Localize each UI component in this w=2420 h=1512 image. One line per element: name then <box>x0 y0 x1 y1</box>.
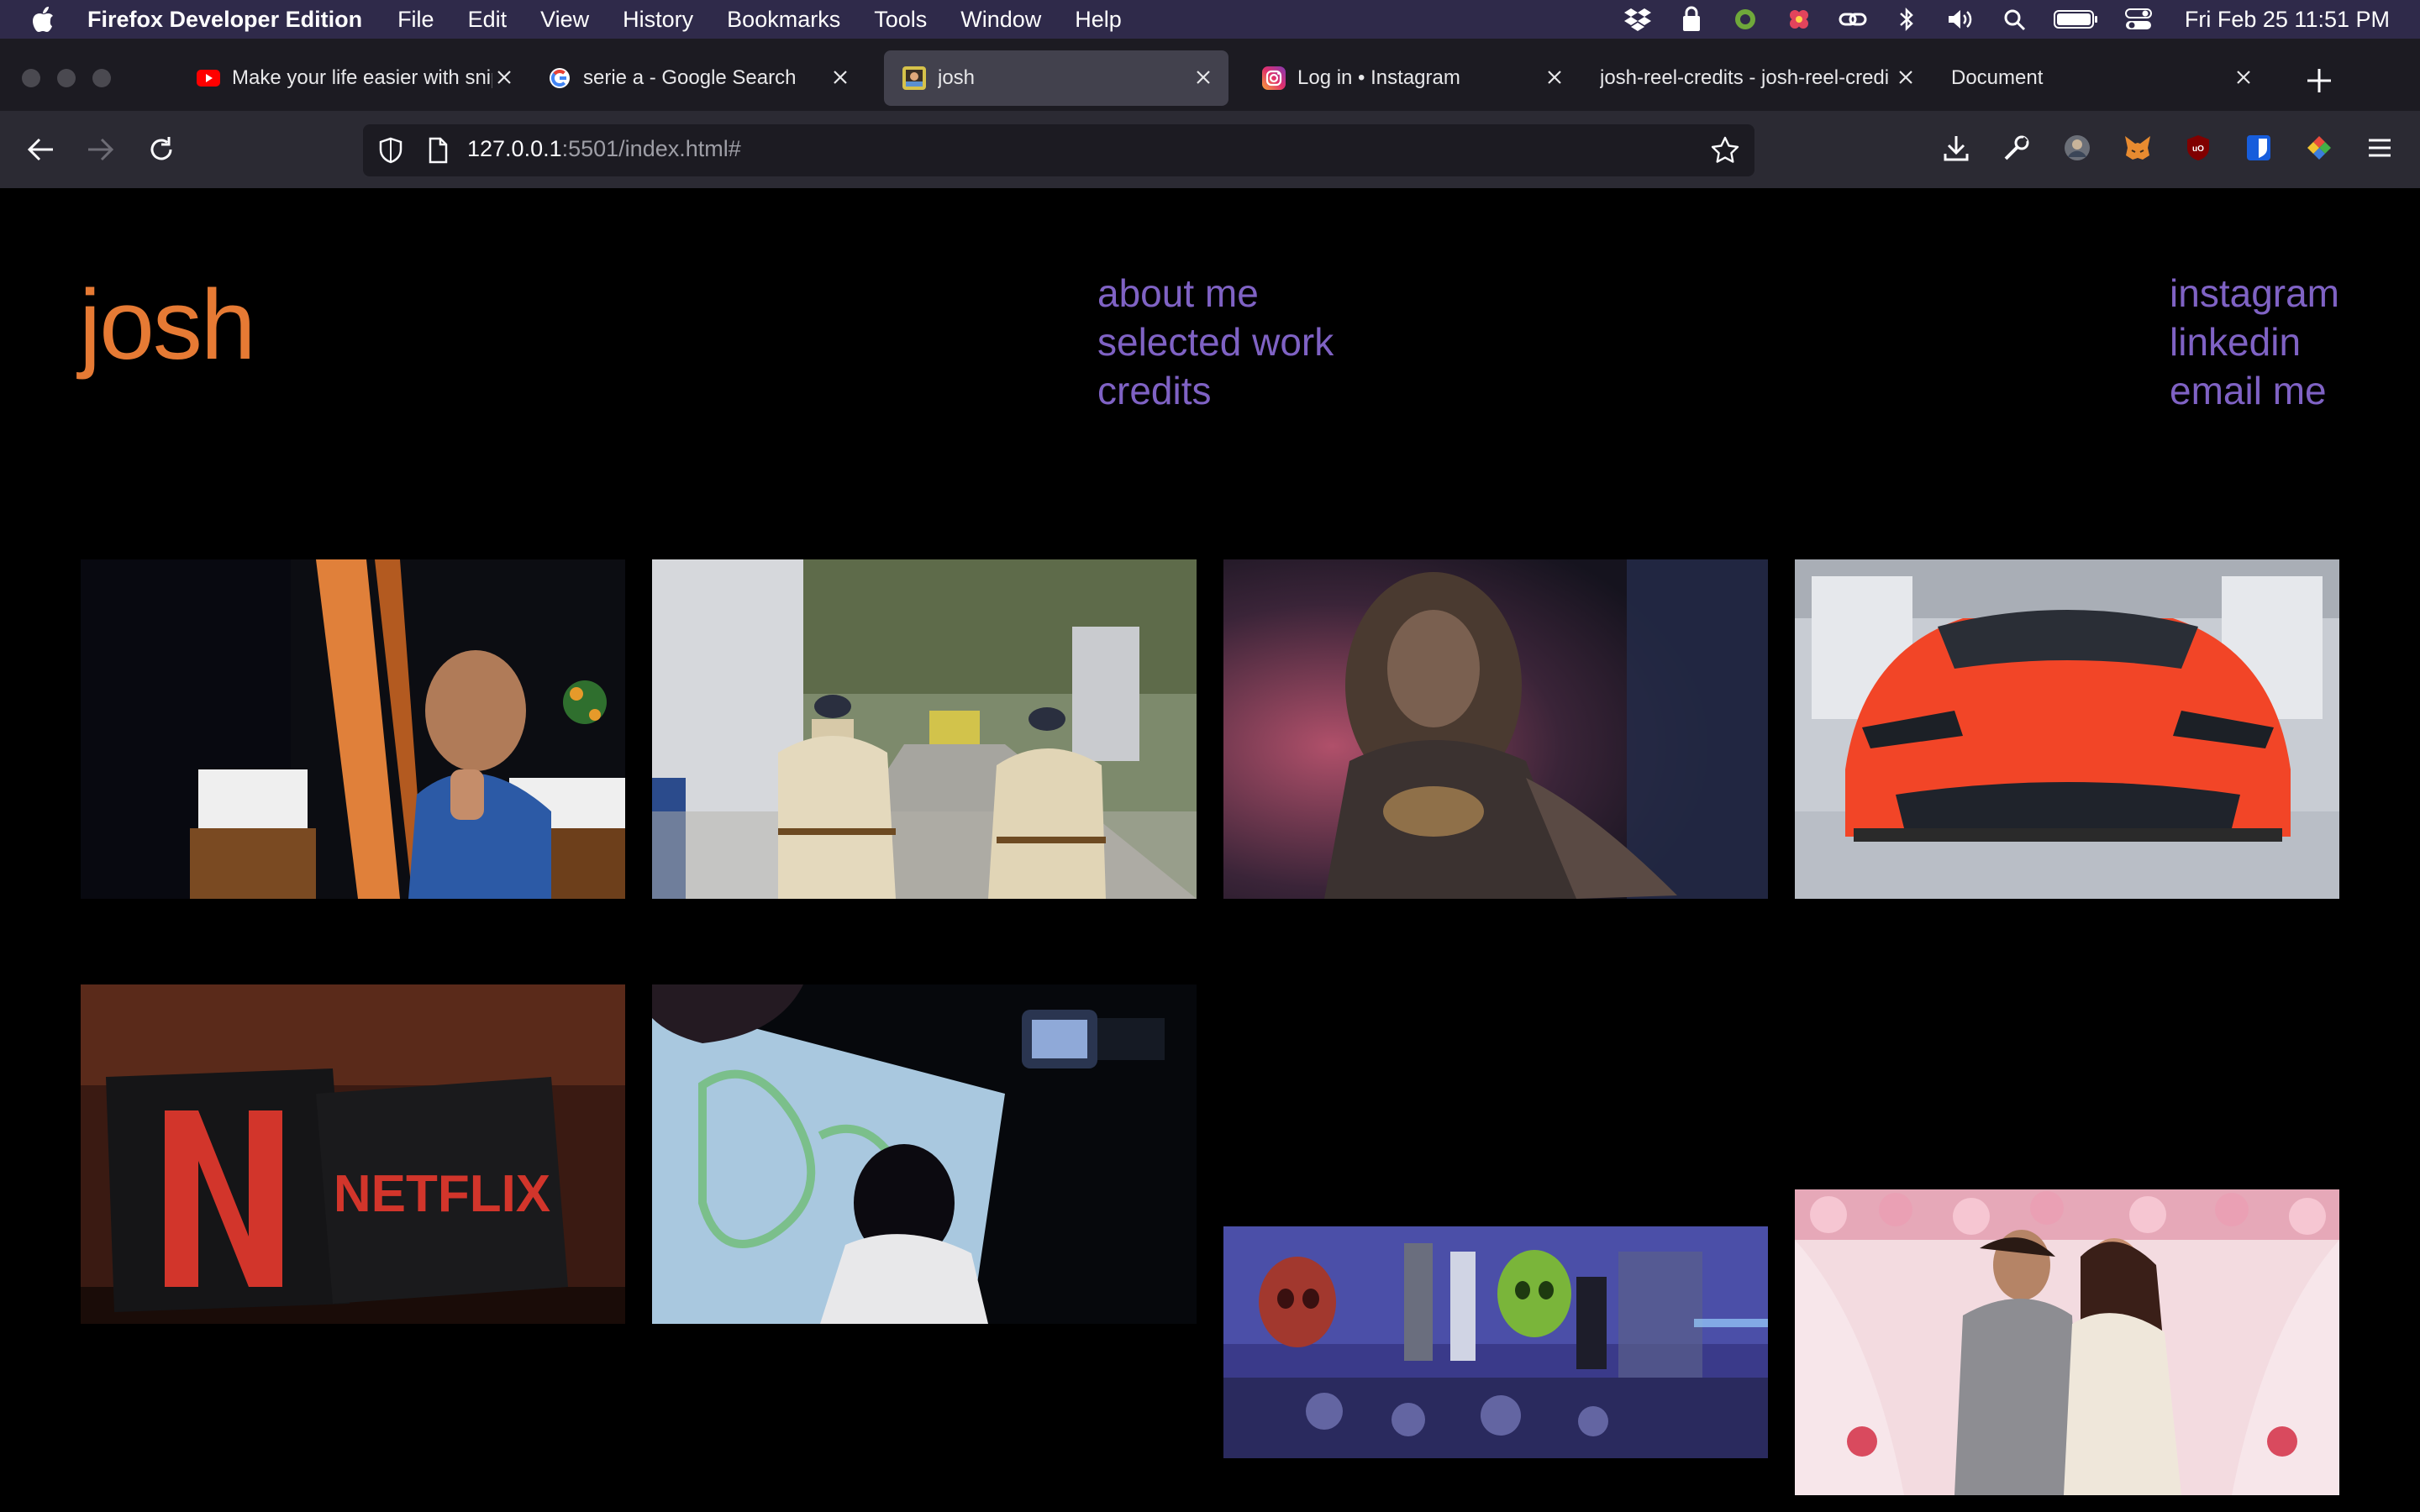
url-text[interactable]: 127.0.0.1:5501/index.html# <box>467 136 741 162</box>
page-viewport: josh about me selected work credits inst… <box>0 188 2420 1512</box>
bookmark-star-icon[interactable] <box>1709 134 1741 166</box>
address-bar[interactable]: 127.0.0.1:5501/index.html# <box>363 124 1754 176</box>
menu-view[interactable]: View <box>540 7 589 33</box>
menu-tools[interactable]: Tools <box>874 7 927 33</box>
tab-josh[interactable]: josh <box>884 50 1228 106</box>
metamask-fox-icon[interactable] <box>2121 131 2154 165</box>
hamburger-menu-icon[interactable] <box>2363 131 2396 165</box>
tab-youtube[interactable]: Make your life easier with snippets <box>178 50 514 106</box>
site-navigation: about me selected work credits <box>1097 269 1334 415</box>
menu-file[interactable]: File <box>397 7 434 33</box>
nav-about-me-link[interactable]: about me <box>1097 269 1334 318</box>
tab-title: josh <box>938 66 976 89</box>
thumb-skull-bottles[interactable] <box>1223 1226 1768 1458</box>
zoom-window-button[interactable] <box>92 69 111 87</box>
search-icon[interactable] <box>2000 5 2028 34</box>
close-tab-icon[interactable] <box>1193 67 1213 87</box>
tab-instagram[interactable]: Log in • Instagram <box>1244 50 1580 106</box>
url-path: :5501/index.html# <box>561 136 741 161</box>
tab-google[interactable]: serie a - Google Search <box>529 50 865 106</box>
tab-document[interactable]: Document <box>1933 50 2269 106</box>
new-tab-plus-icon[interactable] <box>2302 64 2336 97</box>
email-me-link[interactable]: email me <box>2170 366 2327 415</box>
lock-icon[interactable] <box>1677 5 1706 34</box>
thumb-projection-art[interactable] <box>652 984 1197 1324</box>
menu-edit[interactable]: Edit <box>468 7 508 33</box>
tab-title: Log in • Instagram <box>1297 66 1460 89</box>
thumb-orange-sports-car[interactable] <box>1795 559 2339 899</box>
link-icon[interactable] <box>1839 5 1867 34</box>
thumb-netflix-pillows[interactable]: NETFLIX <box>81 984 625 1324</box>
thumb-police-street[interactable] <box>652 559 1197 899</box>
battery-icon[interactable] <box>2053 5 2099 34</box>
bluetooth-icon[interactable] <box>1892 5 1921 34</box>
back-arrow-icon[interactable] <box>24 133 57 166</box>
close-tab-icon[interactable] <box>1896 67 1916 87</box>
close-tab-icon[interactable] <box>2233 67 2254 87</box>
svg-text:uO: uO <box>2192 144 2204 154</box>
google-icon <box>548 66 571 90</box>
thumb-man-thumbs-up[interactable] <box>81 559 625 899</box>
download-icon[interactable] <box>1939 131 1973 165</box>
menu-bar: Firefox Developer Edition File Edit View… <box>0 0 2420 39</box>
control-center-icon[interactable] <box>2124 5 2153 34</box>
menubar-clock[interactable]: Fri Feb 25 11:51 PM <box>2185 7 2390 33</box>
shield-icon[interactable] <box>376 136 405 165</box>
close-tab-icon[interactable] <box>1544 67 1565 87</box>
tab-title: Document <box>1951 66 2044 89</box>
wrench-icon[interactable] <box>2000 131 2033 165</box>
ublock-origin-icon[interactable]: uO <box>2181 131 2215 165</box>
bitwarden-icon[interactable] <box>2242 131 2275 165</box>
nav-selected-work-link[interactable]: selected work <box>1097 318 1334 366</box>
page-icon[interactable] <box>424 136 452 165</box>
status-area: Fri Feb 25 11:51 PM <box>1623 0 2390 39</box>
instagram-link[interactable]: instagram <box>2170 269 2339 318</box>
menu-help[interactable]: Help <box>1075 7 1122 33</box>
menu-bookmarks[interactable]: Bookmarks <box>727 7 840 33</box>
reload-icon[interactable] <box>145 133 178 166</box>
minimize-window-button[interactable] <box>57 69 76 87</box>
menu-window[interactable]: Window <box>960 7 1041 33</box>
social-links: instagram linkedin email me <box>2170 269 2339 415</box>
url-host: 127.0.0.1 <box>467 136 562 161</box>
dropbox-icon[interactable] <box>1623 5 1652 34</box>
nav-credits-link[interactable]: credits <box>1097 366 1334 415</box>
app-icon[interactable] <box>1731 5 1760 34</box>
apple-icon[interactable] <box>30 5 55 34</box>
close-window-button[interactable] <box>22 69 40 87</box>
tab-title: josh-reel-credits - josh-reel-credits <box>1600 66 1889 89</box>
pillow-logo-text: NETFLIX <box>334 1165 550 1223</box>
linkedin-link[interactable]: linkedin <box>2170 318 2301 366</box>
navigation-toolbar: 127.0.0.1:5501/index.html# uO <box>0 111 2420 188</box>
site-logo[interactable]: josh <box>79 276 255 375</box>
close-tab-icon[interactable] <box>494 67 514 87</box>
volume-icon[interactable] <box>1946 5 1975 34</box>
menu-app-name[interactable]: Firefox Developer Edition <box>87 7 362 33</box>
close-tab-icon[interactable] <box>830 67 850 87</box>
profile-avatar-icon[interactable] <box>2060 131 2094 165</box>
thumb-bearded-figure[interactable] <box>1223 559 1768 899</box>
forward-arrow-icon[interactable] <box>84 133 118 166</box>
instagram-icon <box>1262 66 1286 90</box>
site-icon <box>902 66 926 90</box>
color-picker-icon[interactable] <box>2302 131 2336 165</box>
tab-title: Make your life easier with snippets <box>232 66 492 89</box>
thumb-couple-flowers[interactable] <box>1795 1189 2339 1495</box>
youtube-icon <box>197 66 220 90</box>
window-controls <box>22 69 111 87</box>
tab-strip: Make your life easier with snippets seri… <box>0 39 2420 111</box>
tab-reel-credits[interactable]: josh-reel-credits - josh-reel-credits <box>1581 50 1918 106</box>
flower-icon[interactable] <box>1785 5 1813 34</box>
tab-title: serie a - Google Search <box>583 66 797 89</box>
menu-history[interactable]: History <box>623 7 693 33</box>
